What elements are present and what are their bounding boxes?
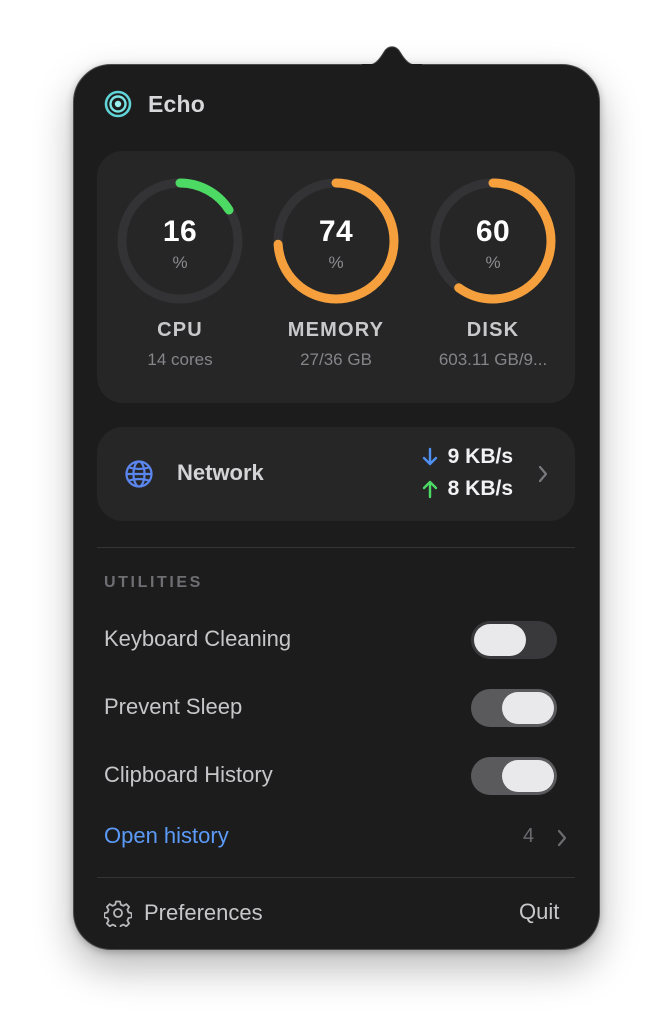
disk-gauge[interactable]: 60 % DISK 603.11 GB/9... <box>413 151 573 403</box>
disk-label: DISK <box>466 319 520 341</box>
memory-label: MEMORY <box>287 319 385 341</box>
stage: Echo 16 % CPU 14 cores 74 % MEMORY 27/36… <box>0 0 672 1032</box>
quit-button[interactable]: Quit <box>519 899 559 925</box>
utilities-section-title: UTILITIES <box>104 574 203 591</box>
memory-value: 74 <box>318 215 354 248</box>
popover-header: Echo <box>104 86 205 122</box>
open-history-link[interactable]: Open history <box>104 823 229 849</box>
memory-usage: 27/36 GB <box>300 350 372 369</box>
cpu-label: CPU <box>157 319 203 341</box>
download-rate-value: 9 KB/s <box>447 445 513 468</box>
cpu-gauge[interactable]: 16 % CPU 14 cores <box>100 151 260 403</box>
network-label: Network <box>177 460 264 485</box>
preferences-button[interactable]: Preferences <box>104 899 263 927</box>
app-title: Echo <box>148 90 206 117</box>
system-stats-card[interactable]: 16 % CPU 14 cores 74 % MEMORY 27/36 GB 6… <box>97 151 575 403</box>
toggle-knob <box>474 624 526 656</box>
cpu-unit: % <box>172 253 188 272</box>
disk-unit: % <box>485 253 501 272</box>
chevron-right-icon[interactable] <box>556 829 568 847</box>
disk-usage: 603.11 GB/9... <box>438 350 548 369</box>
upload-rate: 8 KB/s <box>422 477 513 501</box>
prevent-sleep-toggle[interactable] <box>471 689 557 727</box>
cpu-value: 16 <box>162 215 198 248</box>
prevent-sleep-label: Prevent Sleep <box>104 694 243 719</box>
keyboard-cleaning-toggle[interactable] <box>471 621 557 659</box>
popover-arrow <box>361 46 423 68</box>
cpu-cores: 14 cores <box>147 350 213 369</box>
disk-value: 60 <box>475 215 511 248</box>
clipboard-history-toggle[interactable] <box>471 757 557 795</box>
preferences-label: Preferences <box>144 900 263 925</box>
clipboard-history-label: Clipboard History <box>104 762 273 787</box>
toggle-knob <box>502 692 554 724</box>
memory-gauge[interactable]: 74 % MEMORY 27/36 GB <box>256 151 416 403</box>
memory-unit: % <box>328 253 344 272</box>
keyboard-cleaning-label: Keyboard Cleaning <box>104 626 292 651</box>
gear-icon <box>104 900 132 927</box>
chevron-right-icon <box>538 465 548 483</box>
arrow-up-icon <box>422 480 437 499</box>
arrow-down-icon <box>422 447 437 466</box>
globe-icon <box>125 460 153 488</box>
divider-top <box>97 547 575 548</box>
toggle-knob <box>502 760 554 792</box>
history-count: 4 <box>523 825 535 847</box>
divider-bottom <box>97 877 575 878</box>
upload-rate-value: 8 KB/s <box>447 477 513 500</box>
echo-logo-icon <box>104 90 132 118</box>
network-row[interactable]: Network 9 KB/s 8 KB/s <box>97 427 575 521</box>
download-rate: 9 KB/s <box>422 445 513 469</box>
